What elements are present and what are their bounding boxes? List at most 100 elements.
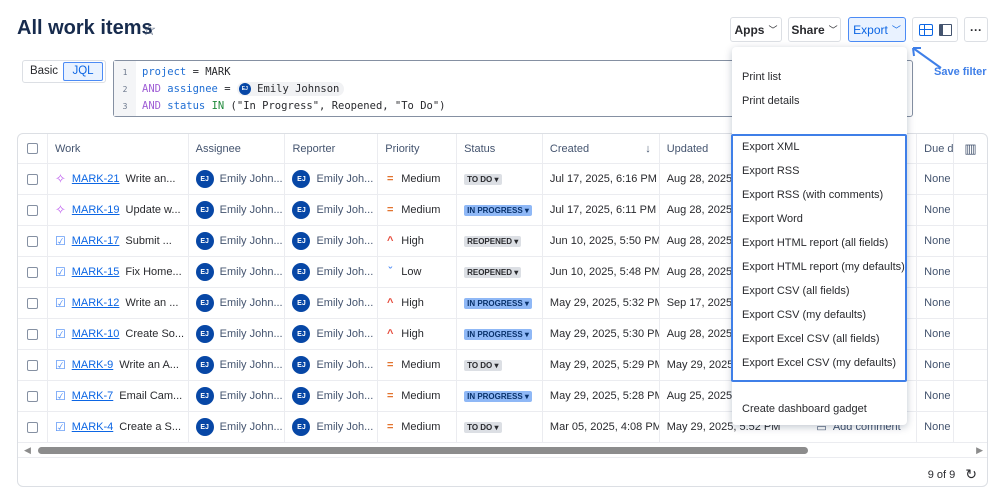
reporter-name[interactable]: Emily Joh... — [316, 235, 373, 247]
result-count: 9 of 9 — [928, 469, 956, 481]
reporter-name[interactable]: Emily Joh... — [316, 359, 373, 371]
scroll-right-icon[interactable]: ▶ — [976, 445, 983, 456]
assignee-name[interactable]: Emily John... — [220, 328, 283, 340]
menu-item-export-rss-with-comments[interactable]: Export RSS (with comments) — [742, 183, 883, 207]
row-checkbox[interactable] — [27, 174, 38, 185]
assignee-name[interactable]: Emily John... — [220, 421, 283, 433]
column-priority[interactable]: Priority — [378, 134, 457, 163]
jql-line-2: AND assignee = EJ Emily Johnson — [142, 82, 445, 99]
user-chip[interactable]: EJ Emily Johnson — [237, 82, 345, 96]
row-checkbox[interactable] — [27, 329, 38, 340]
column-work[interactable]: Work — [48, 134, 189, 163]
assignee-name[interactable]: Emily John... — [220, 266, 283, 278]
work-item-summary[interactable]: Create a S... — [119, 421, 181, 433]
work-item-key[interactable]: MARK-17 — [72, 235, 120, 247]
select-all-checkbox[interactable] — [27, 143, 38, 154]
work-item-summary[interactable]: Fix Home... — [125, 266, 181, 278]
jql-keyword: AND — [142, 100, 161, 112]
reporter-name[interactable]: Emily Joh... — [316, 297, 373, 309]
work-item-key[interactable]: MARK-19 — [72, 204, 120, 216]
reporter-name[interactable]: Emily Joh... — [316, 328, 373, 340]
work-item-key[interactable]: MARK-4 — [72, 421, 114, 433]
status-lozenge[interactable]: REOPENED ▾ — [464, 236, 521, 247]
assignee-name[interactable]: Emily John... — [220, 390, 283, 402]
jql-mode-button[interactable]: JQL — [63, 62, 103, 81]
work-item-summary[interactable]: Email Cam... — [119, 390, 182, 402]
column-assignee[interactable]: Assignee — [189, 134, 286, 163]
assignee-name[interactable]: Emily John... — [220, 204, 283, 216]
refresh-icon[interactable]: ↻ — [965, 466, 977, 483]
column-status[interactable]: Status — [457, 134, 543, 163]
work-item-summary[interactable]: Write an A... — [119, 359, 179, 371]
row-checkbox[interactable] — [27, 267, 38, 278]
menu-item-export-xml[interactable]: Export XML — [742, 135, 799, 159]
row-checkbox[interactable] — [27, 360, 38, 371]
created-date: Jul 17, 2025, 6:11 PM — [543, 195, 660, 225]
menu-item-create-dashboard-gadget[interactable]: Create dashboard gadget — [742, 397, 867, 421]
column-reporter[interactable]: Reporter — [285, 134, 378, 163]
scroll-left-icon[interactable]: ◀ — [24, 445, 31, 456]
assignee-name[interactable]: Emily John... — [220, 297, 283, 309]
apps-button[interactable]: Apps﹀ — [730, 17, 782, 42]
work-item-key[interactable]: MARK-12 — [72, 297, 120, 309]
column-created[interactable]: Created↓ — [543, 134, 660, 163]
menu-item-export-excel-csv-my-defaults[interactable]: Export Excel CSV (my defaults) — [742, 351, 896, 375]
row-checkbox[interactable] — [27, 422, 38, 433]
work-item-summary[interactable]: Write an ... — [125, 297, 178, 309]
due-date: None — [917, 350, 954, 380]
menu-item-print-details[interactable]: Print details — [742, 89, 799, 113]
status-lozenge[interactable]: REOPENED ▾ — [464, 267, 521, 278]
column-picker-icon[interactable]: ▥ — [954, 134, 987, 163]
menu-item-print-list[interactable]: Print list — [742, 65, 781, 89]
status-lozenge[interactable]: IN PROGRESS ▾ — [464, 205, 532, 216]
status-lozenge[interactable]: IN PROGRESS ▾ — [464, 329, 532, 340]
menu-item-export-csv-all-fields[interactable]: Export CSV (all fields) — [742, 279, 850, 303]
search-mode-toggle[interactable]: Basic JQL — [22, 60, 106, 83]
horizontal-scrollbar[interactable]: ◀ ▶ — [18, 443, 987, 457]
created-date: May 29, 2025, 5:30 PM — [543, 319, 660, 349]
work-item-summary[interactable]: Write an... — [126, 173, 176, 185]
status-lozenge[interactable]: TO DO ▾ — [464, 360, 501, 371]
work-item-summary[interactable]: Submit ... — [125, 235, 171, 247]
list-view-icon[interactable] — [919, 24, 933, 36]
reporter-name[interactable]: Emily Joh... — [316, 173, 373, 185]
assignee-name[interactable]: Emily John... — [220, 235, 283, 247]
reporter-name[interactable]: Emily Joh... — [316, 266, 373, 278]
scrollbar-thumb[interactable] — [38, 447, 808, 454]
more-actions-button[interactable]: ··· — [964, 17, 988, 42]
work-item-key[interactable]: MARK-10 — [72, 328, 120, 340]
menu-item-export-html-report-my-defaults[interactable]: Export HTML report (my defaults) — [742, 255, 905, 279]
menu-item-export-word[interactable]: Export Word — [742, 207, 803, 231]
work-item-key[interactable]: MARK-9 — [72, 359, 114, 371]
status-lozenge[interactable]: IN PROGRESS ▾ — [464, 298, 532, 309]
export-button[interactable]: Export﹀ — [848, 17, 906, 42]
work-item-key[interactable]: MARK-15 — [72, 266, 120, 278]
menu-item-export-csv-my-defaults[interactable]: Export CSV (my defaults) — [742, 303, 866, 327]
status-label: IN PROGRESS — [467, 330, 523, 339]
status-lozenge[interactable]: TO DO ▾ — [464, 422, 501, 433]
reporter-name[interactable]: Emily Joh... — [316, 204, 373, 216]
row-checkbox[interactable] — [27, 298, 38, 309]
work-item-key[interactable]: MARK-21 — [72, 173, 120, 185]
reporter-name[interactable]: Emily Joh... — [316, 390, 373, 402]
work-item-summary[interactable]: Update w... — [126, 204, 181, 216]
row-checkbox[interactable] — [27, 236, 38, 247]
detail-view-icon[interactable] — [939, 24, 952, 36]
column-due-date[interactable]: Due da — [917, 134, 954, 163]
assignee-name[interactable]: Emily John... — [220, 173, 283, 185]
star-icon[interactable]: ☆ — [142, 20, 156, 40]
row-checkbox[interactable] — [27, 205, 38, 216]
status-lozenge[interactable]: IN PROGRESS ▾ — [464, 391, 532, 402]
basic-mode-button[interactable]: Basic — [25, 63, 63, 80]
row-checkbox[interactable] — [27, 391, 38, 402]
menu-item-export-rss[interactable]: Export RSS — [742, 159, 799, 183]
status-lozenge[interactable]: TO DO ▾ — [464, 174, 501, 185]
view-switcher[interactable] — [912, 17, 958, 42]
reporter-name[interactable]: Emily Joh... — [316, 421, 373, 433]
work-item-summary[interactable]: Create So... — [125, 328, 184, 340]
share-button[interactable]: Share﹀ — [788, 17, 841, 42]
menu-item-export-excel-csv-all-fields[interactable]: Export Excel CSV (all fields) — [742, 327, 880, 351]
menu-item-export-html-report-all-fields[interactable]: Export HTML report (all fields) — [742, 231, 888, 255]
work-item-key[interactable]: MARK-7 — [72, 390, 114, 402]
assignee-name[interactable]: Emily John... — [220, 359, 283, 371]
